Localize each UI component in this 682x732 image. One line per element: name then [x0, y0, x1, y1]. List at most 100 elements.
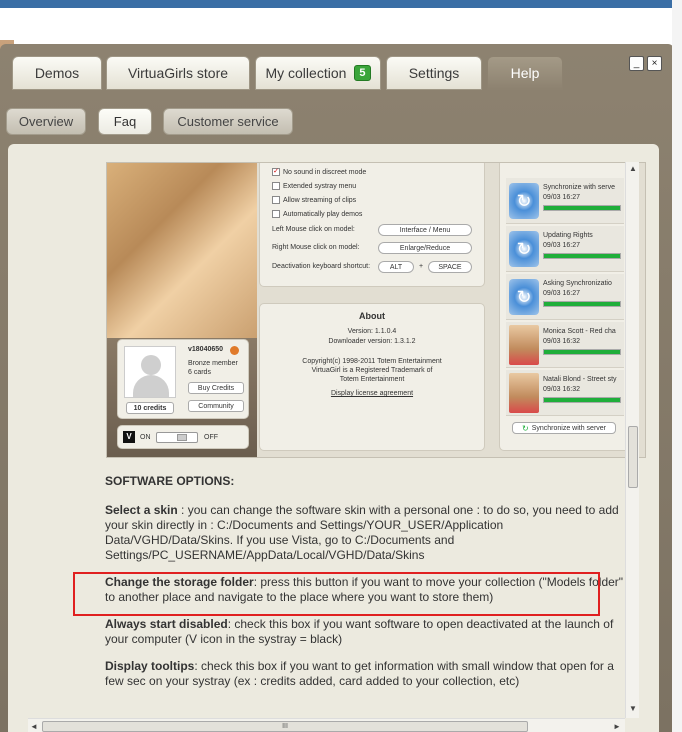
sync-progress-bar: [543, 397, 621, 403]
faq-title: Display tooltips: [105, 659, 195, 673]
sync-title: Asking Synchronizatio: [543, 280, 612, 287]
subtab-overview[interactable]: Overview: [6, 108, 86, 135]
toggle-off-label: OFF: [204, 434, 218, 441]
about-company: Totem Entertainment: [339, 376, 405, 383]
faq-title: Always start disabled: [105, 617, 228, 631]
profile-cards: 6 cards: [188, 369, 211, 376]
close-button[interactable]: ×: [647, 56, 662, 71]
subtab-customer-service[interactable]: Customer service: [163, 108, 293, 135]
sync-item: ↻ Synchronize with serve 09/03 16:27: [506, 178, 624, 224]
option-label: Allow streaming of clips: [283, 196, 357, 204]
v-logo-icon: V: [123, 431, 135, 443]
section-title: SOFTWARE OPTIONS:: [105, 474, 235, 488]
sync-small-icon: ↻: [521, 423, 529, 433]
tab-help-label: Help: [510, 65, 540, 81]
activation-toggle-box: V ON OFF: [117, 425, 249, 449]
collection-count-badge: 5: [354, 65, 371, 81]
sync-title: Synchronize with serve: [543, 184, 615, 191]
sync-progress-fill: [544, 350, 620, 354]
subtab-faq[interactable]: Faq: [98, 108, 152, 135]
tab-demos-label: Demos: [34, 65, 80, 81]
shortcut-plus: +: [419, 263, 424, 270]
shortcut-key2-select[interactable]: SPACE: [428, 261, 472, 273]
checkbox-icon: [272, 196, 280, 204]
shortcut-label: Deactivation keyboard shortcut:: [272, 263, 371, 270]
vertical-scroll-thumb[interactable]: [628, 426, 638, 488]
right-click-select[interactable]: Enlarge/Reduce: [378, 242, 472, 254]
subtab-overview-label: Overview: [18, 114, 74, 129]
option-label: Automatically play demos: [283, 210, 363, 218]
desktop-edge: [672, 0, 682, 732]
sync-progress-fill: [544, 254, 620, 258]
faq-start-disabled: Always start disabled: check this box if…: [105, 617, 625, 647]
tab-demos[interactable]: Demos: [12, 56, 102, 90]
about-trademark: VirtuaGirl is a Registered Trademark of: [311, 367, 433, 374]
profile-member-level: Bronze member: [188, 360, 238, 367]
sync-date: 09/03 16:32: [543, 386, 580, 393]
tab-my-collection[interactable]: My collection 5: [255, 56, 381, 90]
sync-progress-fill: [544, 302, 620, 306]
left-click-value: Interface / Menu: [399, 226, 451, 234]
sync-item: ↻ Asking Synchronizatio 09/03 16:27: [506, 274, 624, 320]
shortcut-key1: ALT: [389, 263, 403, 271]
toggle-handle[interactable]: [177, 434, 187, 441]
vertical-scrollbar[interactable]: ▲ ▼: [625, 162, 639, 718]
profile-username: v18040650: [188, 346, 224, 353]
synchronize-button[interactable]: ↻ Synchronize with server: [512, 422, 616, 434]
tab-virtuagirls-store[interactable]: VirtuaGirls store: [106, 56, 250, 90]
scroll-left-icon[interactable]: ◄: [29, 721, 39, 732]
tab-store-label: VirtuaGirls store: [127, 65, 229, 81]
sync-item: ↻ Updating Rights 09/03 16:27: [506, 226, 624, 272]
sync-progress-bar: [543, 301, 621, 307]
highlight-annotation: [73, 572, 600, 616]
buy-credits-button[interactable]: Buy Credits: [188, 382, 244, 394]
about-title: About: [359, 311, 385, 321]
sync-item: Natali Blond - Street sty 09/03 16:32: [506, 370, 624, 416]
option-extended-systray[interactable]: Extended systray menu: [272, 182, 356, 190]
tab-settings[interactable]: Settings: [386, 56, 482, 90]
scroll-right-icon[interactable]: ►: [612, 721, 622, 732]
option-label: No sound in discreet mode: [283, 168, 367, 176]
scroll-up-icon[interactable]: ▲: [628, 164, 638, 174]
activation-toggle[interactable]: [156, 432, 198, 443]
settings-screenshot: ✓ No sound in discreet mode Extended sys…: [106, 162, 646, 458]
about-copyright: Copyright(c) 1998-2011 Totem Entertainme…: [302, 358, 442, 365]
avatar-body-icon: [133, 375, 169, 397]
scroll-grip-icon: III: [282, 723, 288, 730]
community-button[interactable]: Community: [188, 400, 244, 412]
scroll-down-icon[interactable]: ▼: [628, 704, 638, 714]
profile-box: v18040650 Bronze member 6 cards Buy Cred…: [117, 339, 249, 419]
faq-display-tooltips: Display tooltips: check this box if you …: [105, 659, 625, 689]
profile-status-icon: [230, 346, 239, 355]
settings-options-box: ✓ No sound in discreet mode Extended sys…: [259, 163, 485, 287]
option-no-sound[interactable]: ✓ No sound in discreet mode: [272, 168, 366, 176]
sync-refresh-icon: ↻: [509, 231, 539, 267]
minimize-button[interactable]: _: [629, 56, 644, 71]
about-downloader: Downloader version: 1.3.1.2: [328, 338, 416, 345]
shortcut-key1-select[interactable]: ALT: [378, 261, 414, 273]
faq-body: : you can change the software skin with …: [105, 503, 619, 562]
faq-select-skin: Select a skin : you can change the softw…: [105, 503, 625, 563]
sync-progress-bar: [543, 349, 621, 355]
option-autoplay[interactable]: Automatically play demos: [272, 210, 362, 218]
checkbox-icon: [272, 210, 280, 218]
license-link[interactable]: Display license agreement: [260, 390, 484, 397]
desktop-strip: [0, 0, 682, 8]
right-click-label: Right Mouse click on model:: [272, 244, 360, 251]
sync-progress-bar: [543, 253, 621, 259]
horizontal-scroll-thumb[interactable]: III: [42, 721, 528, 732]
window-controls: _ ×: [629, 56, 662, 71]
left-click-label: Left Mouse click on model:: [272, 226, 355, 233]
right-click-value: Enlarge/Reduce: [399, 244, 451, 252]
tab-help[interactable]: Help: [487, 56, 563, 90]
option-label: Extended systray menu: [283, 182, 357, 190]
left-click-select[interactable]: Interface / Menu: [378, 224, 472, 236]
subtab-faq-label: Faq: [113, 114, 137, 129]
sync-refresh-icon: ↻: [509, 183, 539, 219]
sync-title: Monica Scott - Red cha: [543, 328, 616, 335]
about-version: Version: 1.1.0.4: [347, 328, 397, 335]
about-box: About Version: 1.1.0.4 Downloader versio…: [259, 303, 485, 451]
option-streaming[interactable]: Allow streaming of clips: [272, 196, 356, 204]
sync-title: Natali Blond - Street sty: [543, 376, 617, 383]
horizontal-scrollbar[interactable]: ◄ III ►: [28, 718, 625, 732]
